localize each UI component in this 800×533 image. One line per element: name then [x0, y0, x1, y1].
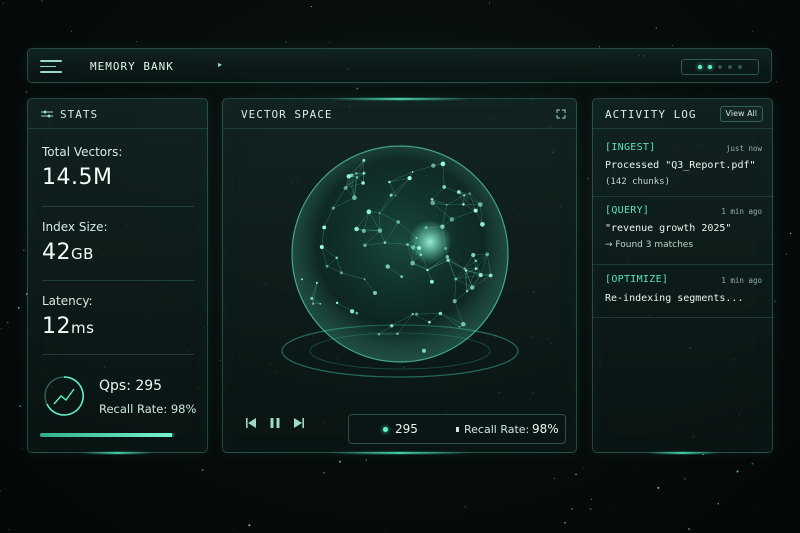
skip-back-icon[interactable] — [245, 417, 257, 429]
page-dot[interactable] — [728, 65, 732, 69]
index-size-number: 42 — [42, 240, 71, 265]
log-entry-text: Re-indexing segments... — [605, 293, 744, 304]
stats-header: STATS — [28, 99, 207, 129]
latency-value: 12ms — [42, 314, 194, 339]
total-vectors-value: 14.5M — [42, 165, 113, 190]
latency-stat: Latency: 12ms — [42, 294, 194, 339]
log-entry[interactable]: [OPTIMIZE] 1 min ago Re-indexing segment… — [593, 265, 774, 318]
vector-space-header: VECTOR SPACE — [223, 99, 576, 129]
panel-glow — [328, 452, 471, 454]
panel-glow — [328, 98, 471, 100]
activity-log-panel: ACTIVITY LOG View All [INGEST] just now … — [592, 98, 774, 454]
log-entry-text: Processed "Q3_Report.pdf" — [605, 160, 756, 171]
log-entry[interactable]: [QUERY] 1 min ago "revenue growth 2025" … — [593, 197, 774, 265]
vector-globe-visualization[interactable] — [278, 139, 523, 399]
chevron-right-icon[interactable]: ▸ — [218, 60, 222, 69]
log-entry-time: 1 min ago — [721, 276, 762, 285]
total-vectors-stat: Total Vectors: 14.5M — [42, 145, 194, 190]
vector-space-panel: VECTOR SPACE 295 Recall Rate: 98% — [222, 98, 577, 454]
expand-icon[interactable] — [556, 109, 566, 119]
trend-gauge-icon — [44, 376, 84, 416]
stats-title: STATS — [60, 108, 99, 121]
index-size-value: 42GB — [42, 240, 194, 265]
marker-icon — [456, 427, 459, 432]
divider — [42, 354, 194, 355]
readout-qps-value: 295 — [395, 422, 418, 436]
divider — [42, 280, 194, 281]
recall-progress-bar — [40, 433, 175, 437]
pause-icon[interactable] — [269, 417, 281, 429]
page-dot[interactable] — [718, 65, 722, 69]
panel-glow — [646, 452, 719, 454]
latency-number: 12 — [42, 314, 71, 339]
log-entry-time: 1 min ago — [721, 207, 762, 216]
page-indicator[interactable] — [681, 59, 759, 75]
latency-label: Latency: — [42, 294, 93, 308]
log-entry-detail: (142 chunks) — [605, 177, 671, 187]
index-size-unit: GB — [71, 245, 94, 263]
metrics-readout: 295 Recall Rate: 98% — [348, 414, 566, 444]
divider — [42, 206, 194, 207]
activity-log-title: ACTIVITY LOG — [605, 108, 697, 121]
latency-unit: ms — [71, 319, 95, 337]
app-title: MEMORY BANK — [90, 60, 174, 73]
log-entry-detail: → Found 3 matches — [605, 240, 694, 250]
sliders-icon — [41, 110, 53, 118]
log-entry-tag: [OPTIMIZE] — [605, 274, 669, 285]
stats-panel: STATS Total Vectors: 14.5M Index Size: 4… — [27, 98, 208, 454]
skip-forward-icon[interactable] — [293, 417, 305, 429]
index-size-stat: Index Size: 42GB — [42, 220, 194, 265]
log-entry-time: just now — [725, 144, 762, 153]
menu-icon[interactable] — [40, 60, 62, 74]
readout-recall-label: Recall Rate: — [464, 423, 530, 436]
vector-space-title: VECTOR SPACE — [241, 108, 333, 121]
status-dot-icon — [383, 427, 388, 432]
activity-log-header: ACTIVITY LOG View All — [593, 99, 772, 129]
qps-value: Qps: 295 — [99, 378, 163, 394]
log-entry-tag: [INGEST] — [605, 142, 656, 153]
view-all-button[interactable]: View All — [719, 106, 763, 122]
total-vectors-label: Total Vectors: — [42, 145, 123, 159]
readout-recall-value: 98% — [532, 422, 559, 436]
page-dot[interactable] — [698, 65, 702, 69]
recall-rate: Recall Rate: 98% — [99, 402, 197, 416]
page-dot[interactable] — [708, 65, 712, 69]
index-size-label: Index Size: — [42, 220, 108, 234]
top-bar: MEMORY BANK ▸ — [27, 48, 772, 83]
playback-controls — [245, 417, 305, 429]
log-entry[interactable]: [INGEST] just now Processed "Q3_Report.p… — [593, 131, 774, 197]
log-entry-tag: [QUERY] — [605, 205, 650, 216]
log-entry-text: "revenue growth 2025" — [605, 223, 732, 234]
panel-glow — [81, 452, 154, 454]
recall-progress-fill — [40, 433, 173, 437]
page-dot[interactable] — [738, 65, 742, 69]
